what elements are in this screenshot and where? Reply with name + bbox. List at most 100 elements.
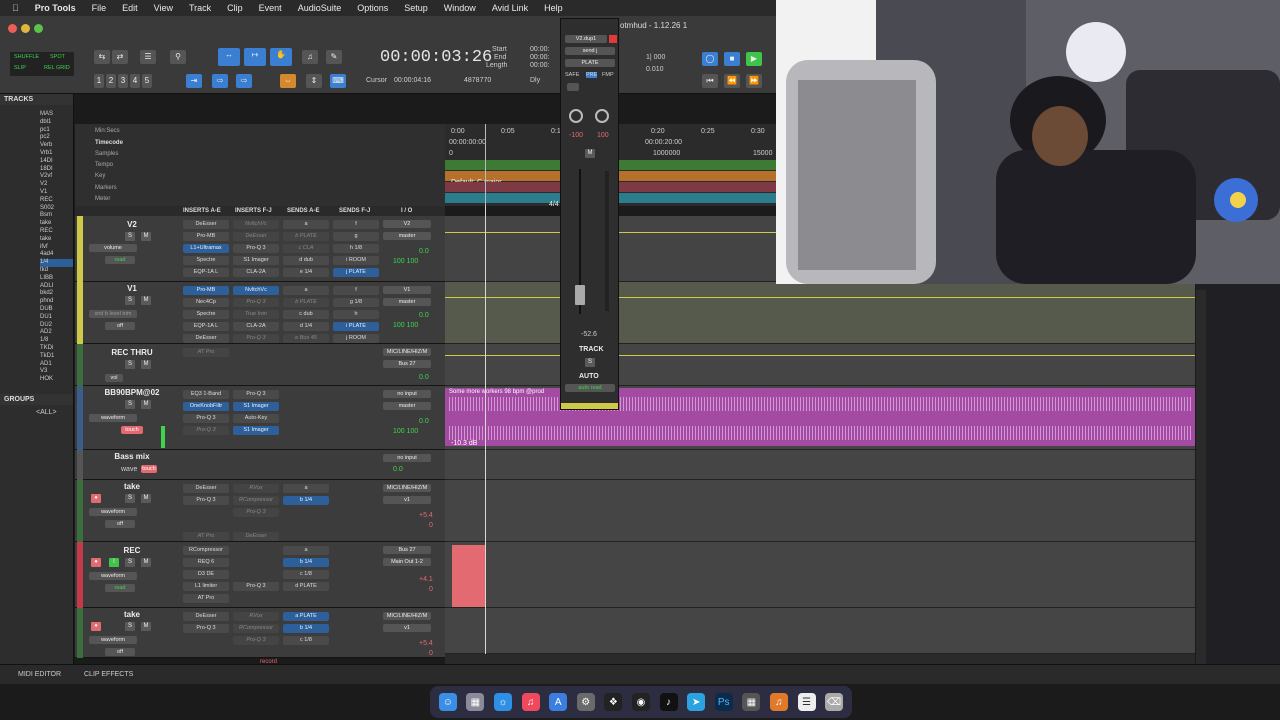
automation-mode[interactable]: off xyxy=(105,520,135,528)
insert-f[interactable]: NvltchVc xyxy=(233,220,279,229)
send-f[interactable]: f xyxy=(333,286,379,295)
tab-to-transient-icon[interactable]: ⇥ xyxy=(186,74,202,88)
view-selector[interactable]: waveform xyxy=(89,508,137,516)
send-h[interactable]: h xyxy=(333,310,379,319)
main-counter[interactable]: 00:00:03:26 xyxy=(380,48,492,67)
bar-counter-right[interactable]: 1| 000 xyxy=(646,54,665,61)
nudge-value[interactable]: 0.010 xyxy=(646,66,664,73)
track-list-item[interactable]: TKDi xyxy=(40,345,73,353)
menu-audiosuite[interactable]: AudioSuite xyxy=(290,3,350,13)
scrubber-tool-icon[interactable]: ♫ xyxy=(302,50,318,64)
volume-value[interactable]: 0.0 xyxy=(419,312,429,319)
playhead-line[interactable] xyxy=(485,206,486,654)
automation-mode[interactable]: touch xyxy=(121,426,143,434)
send-b[interactable]: b 1/4 xyxy=(283,496,329,505)
menu-event[interactable]: Event xyxy=(251,3,290,13)
output-selector[interactable]: master xyxy=(383,298,431,306)
track-name[interactable]: take xyxy=(87,610,177,619)
track-bass-mix[interactable]: Bass mix wave touch no input 0.0 xyxy=(75,450,445,480)
insert-g[interactable]: DeEsser xyxy=(233,232,279,241)
pan-left-value[interactable]: -100 xyxy=(569,132,583,139)
track-list-item-selected[interactable]: 1/4 xyxy=(40,259,73,267)
record-enable-button[interactable]: ● xyxy=(91,558,101,567)
finder-icon[interactable]: ☺ xyxy=(438,693,457,711)
input-selector[interactable]: MIC/LINE/HIZ/M xyxy=(383,612,431,620)
menu-help[interactable]: Help xyxy=(536,3,571,13)
track-list-item[interactable]: V2vf xyxy=(40,173,73,181)
lane-take-2[interactable] xyxy=(445,608,1195,654)
solo-button[interactable]: S xyxy=(125,400,135,409)
insert-c[interactable]: Pro-Q 3 xyxy=(183,414,229,423)
zoom-preset-icon[interactable]: ☰ xyxy=(140,50,156,64)
pro-tools-icon[interactable]: ◉ xyxy=(631,693,650,711)
send-c[interactable]: c 1/8 xyxy=(283,636,329,645)
menu-clip[interactable]: Clip xyxy=(219,3,251,13)
track-list-item[interactable]: 4ad4 xyxy=(40,251,73,259)
send-i[interactable]: i PLATE xyxy=(333,322,379,331)
track-list-item[interactable]: dbl1 xyxy=(40,119,73,127)
output-selector[interactable]: master xyxy=(383,232,431,240)
music-icon[interactable]: ♫ xyxy=(521,693,540,711)
playhead[interactable] xyxy=(485,124,486,206)
insert-c[interactable]: D3 DE xyxy=(183,570,229,579)
track-list-item[interactable]: DU1 xyxy=(40,314,73,322)
settings-icon[interactable]: ⚙ xyxy=(576,693,595,711)
track-take-2[interactable]: take ● S M waveform off DeEsser Pro-Q 3 … xyxy=(75,608,445,658)
track-list-item[interactable]: 1/8 xyxy=(40,337,73,345)
insert-a[interactable]: EQ3 1-Band xyxy=(183,390,229,399)
track-list-item[interactable]: S002 xyxy=(40,205,73,213)
send-e[interactable]: e 1/4 xyxy=(283,268,329,277)
track-list-item[interactable]: pc1 xyxy=(40,127,73,135)
track-name[interactable]: REC THRU xyxy=(87,348,177,357)
pre-button[interactable]: PRE xyxy=(586,72,598,78)
input-selector[interactable]: V2 xyxy=(383,220,431,228)
pan-value[interactable]: 0 xyxy=(429,522,433,529)
calculator-icon[interactable]: ▦ xyxy=(742,693,761,711)
send-j[interactable]: j ROOM xyxy=(333,334,379,343)
track-list-item[interactable]: V3 xyxy=(40,368,73,376)
fmp-button[interactable]: FMP xyxy=(602,72,614,78)
input-monitor-button[interactable]: I xyxy=(109,558,119,567)
groups-all-item[interactable]: <ALL> xyxy=(0,409,73,416)
online-icon[interactable]: ◯ xyxy=(702,52,718,66)
send-c[interactable]: c dub xyxy=(283,310,329,319)
zoom-preset-4[interactable]: 4 xyxy=(130,74,140,88)
insert-a[interactable]: RCompressor xyxy=(183,546,229,555)
input-selector[interactable]: no input xyxy=(383,454,431,462)
menu-view[interactable]: View xyxy=(146,3,181,13)
insertion-follows-icon[interactable]: ⇔ xyxy=(280,74,296,88)
strip-solo-button[interactable]: S xyxy=(585,358,595,367)
vertical-scrollbar[interactable] xyxy=(1196,290,1206,664)
record-enable-button[interactable]: ● xyxy=(91,622,101,631)
trim-tool-icon[interactable]: ↔ xyxy=(218,48,240,66)
volume-automation-line[interactable] xyxy=(445,297,1195,298)
send-b[interactable]: b 1/4 xyxy=(283,624,329,633)
send-e[interactable]: e Bus 45 xyxy=(283,334,329,343)
tiktok-icon[interactable]: ♪ xyxy=(659,693,678,711)
rewind-icon[interactable]: ⏮ xyxy=(702,74,718,88)
send-d[interactable]: d PLATE xyxy=(283,582,329,591)
clip-gain-value[interactable]: -10.3 dB xyxy=(451,440,477,447)
recorded-clip[interactable] xyxy=(452,545,485,607)
send-a[interactable]: a xyxy=(283,220,329,229)
output-selector[interactable]: master xyxy=(383,402,431,410)
launchpad-icon[interactable]: ▦ xyxy=(466,693,485,711)
mute-button[interactable]: M xyxy=(141,360,151,369)
track-bb90bpm[interactable]: BB90BPM@02 S M waveform touch EQ3 1-Band… xyxy=(75,386,445,450)
volume-automation-line[interactable] xyxy=(445,355,1195,356)
output-selector[interactable]: v1 xyxy=(383,496,431,504)
play-transport-icon[interactable]: ▶ xyxy=(746,52,762,66)
insert-h[interactable]: Auto-Key xyxy=(233,414,279,423)
automation-mode[interactable]: touch xyxy=(141,465,157,473)
track-list-item[interactable]: ADLI xyxy=(40,283,73,291)
send-c[interactable]: c 1/8 xyxy=(283,570,329,579)
strip-send-dest[interactable]: PLATE xyxy=(565,59,615,67)
track-name[interactable]: take xyxy=(87,482,177,491)
zoom-out-icon[interactable]: ⇆ xyxy=(94,50,110,64)
trash-icon[interactable]: ⌫ xyxy=(825,693,844,711)
insert-b[interactable]: Pro-Q 3 xyxy=(183,496,229,505)
send-i[interactable]: i ROOM xyxy=(333,256,379,265)
lane-rec-thru[interactable] xyxy=(445,344,1195,386)
menu-file[interactable]: File xyxy=(84,3,115,13)
input-selector[interactable]: MIC/LINE/HIZ/M xyxy=(383,484,431,492)
